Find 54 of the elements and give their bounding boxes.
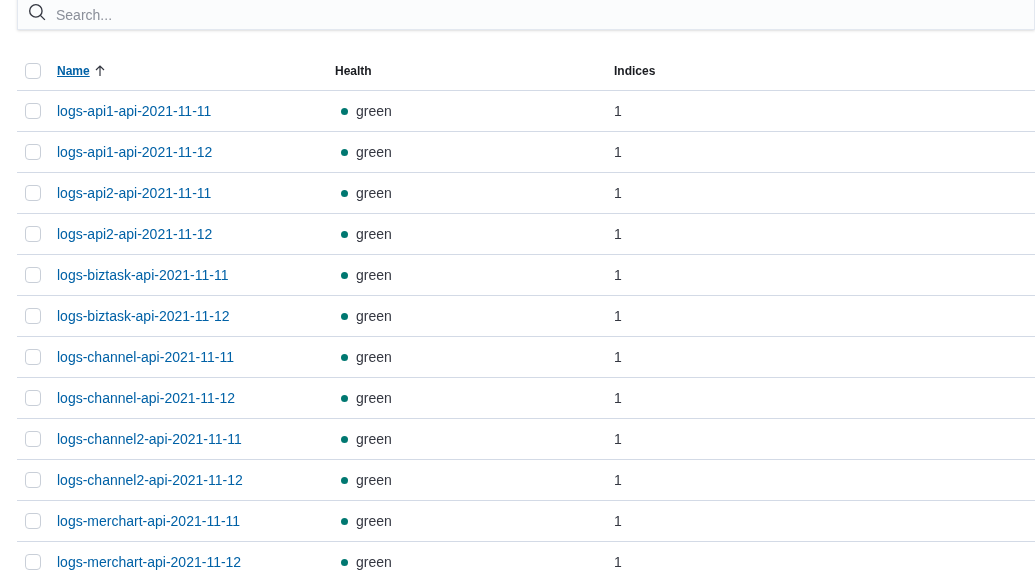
checkbox[interactable] [25, 63, 41, 79]
checkbox[interactable] [25, 308, 41, 324]
health-status: green [356, 224, 392, 244]
indices-count: 1 [614, 513, 622, 529]
index-name-link[interactable]: logs-api1-api-2021-11-11 [57, 103, 212, 119]
column-header: Indices [614, 63, 656, 80]
checkbox[interactable] [25, 349, 41, 365]
checkbox[interactable] [25, 226, 41, 242]
index-name-link[interactable]: logs-channel-api-2021-11-11 [57, 349, 234, 365]
checkbox[interactable] [25, 390, 41, 406]
indices-count: 1 [614, 144, 622, 160]
checkbox[interactable] [25, 472, 41, 488]
indices-count: 1 [614, 267, 622, 283]
health-status: green [356, 511, 392, 531]
indices-count: 1 [614, 431, 622, 447]
health-status: green [356, 265, 392, 285]
index-name-link[interactable]: logs-merchart-api-2021-11-12 [57, 554, 242, 570]
checkbox[interactable] [25, 431, 41, 447]
checkbox[interactable] [25, 513, 41, 529]
indices-count: 1 [614, 103, 622, 119]
health-status: green [356, 429, 392, 449]
checkbox[interactable] [25, 185, 41, 201]
indices-count: 1 [614, 472, 622, 488]
indices-count: 1 [614, 554, 622, 570]
indices-count: 1 [614, 226, 622, 242]
health-status: green [356, 306, 392, 326]
search-icon [28, 3, 46, 21]
index-name-link[interactable]: logs-channel2-api-2021-11-12 [57, 472, 243, 488]
health-status: green [356, 347, 392, 367]
checkbox[interactable] [25, 554, 41, 570]
index-name-link[interactable]: logs-biztask-api-2021-11-11 [57, 267, 229, 283]
health-status: green [356, 552, 392, 572]
indices-count: 1 [614, 349, 622, 365]
index-name-link[interactable]: logs-channel-api-2021-11-12 [57, 390, 235, 406]
checkbox[interactable] [25, 103, 41, 119]
index-name-link[interactable]: logs-merchart-api-2021-11-11 [57, 513, 241, 529]
indices-count: 1 [614, 185, 622, 201]
health-status: green [356, 388, 392, 408]
checkbox[interactable] [25, 267, 41, 283]
health-status: green [356, 470, 392, 490]
index-name-link[interactable]: logs-channel2-api-2021-11-11 [57, 431, 242, 447]
health-status: green [356, 101, 392, 121]
index-name-link[interactable]: logs-api2-api-2021-11-12 [57, 226, 213, 242]
indices-count: 1 [614, 308, 622, 324]
indices-count: 1 [614, 390, 622, 406]
health-status: green [356, 142, 392, 162]
checkbox[interactable] [25, 144, 41, 160]
index-name-link[interactable]: logs-api2-api-2021-11-11 [57, 185, 212, 201]
health-status: green [356, 183, 392, 203]
index-name-link[interactable]: logs-biztask-api-2021-11-12 [57, 308, 230, 324]
column-header[interactable]: Name [57, 62, 106, 80]
search-field[interactable]: Search... [17, 0, 1035, 30]
index-name-link[interactable]: logs-api1-api-2021-11-12 [57, 144, 213, 160]
column-header: Health [335, 63, 372, 80]
